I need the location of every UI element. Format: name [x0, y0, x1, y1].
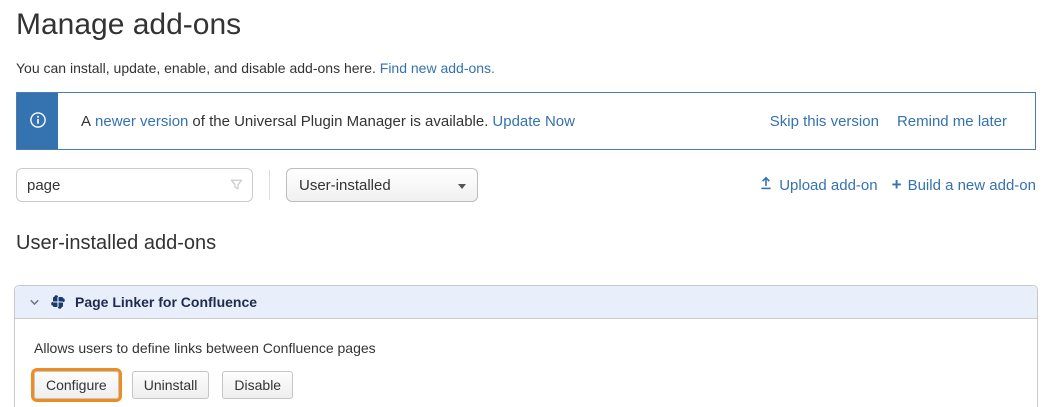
build-addon-label: Build a new add-on	[908, 177, 1036, 194]
remind-me-later-link[interactable]: Remind me later	[897, 113, 1007, 130]
find-new-addons-link[interactable]: Find new add-ons.	[380, 60, 495, 76]
upload-arrow-icon	[759, 176, 773, 194]
chevron-down-icon[interactable]	[29, 297, 40, 308]
banner-icon-block	[17, 93, 58, 149]
update-banner: A newer version of the Universal Plugin …	[16, 92, 1036, 150]
addon-panel-header[interactable]: Page Linker for Confluence	[15, 286, 1037, 319]
caret-down-icon	[458, 184, 466, 189]
addon-panel-body: Allows users to define links between Con…	[15, 319, 1037, 407]
puzzle-plugin-icon	[50, 294, 66, 310]
filter-toolbar: User-installed Upload add-on + Build a n…	[16, 168, 1036, 202]
toolbar-divider	[269, 170, 270, 200]
skip-this-version-link[interactable]: Skip this version	[770, 113, 879, 130]
disable-button[interactable]: Disable	[222, 371, 293, 399]
addon-panel: Page Linker for Confluence Allows users …	[14, 285, 1038, 407]
update-now-link[interactable]: Update Now	[492, 113, 575, 130]
intro-text: You can install, update, enable, and dis…	[16, 58, 1036, 78]
uninstall-button[interactable]: Uninstall	[132, 371, 210, 399]
plus-icon: +	[892, 178, 902, 192]
filter-funnel-icon	[229, 177, 244, 195]
addon-action-buttons: Configure Uninstall Disable	[34, 371, 1019, 399]
section-heading: User-installed add-ons	[16, 231, 1036, 255]
search-field-wrap	[16, 168, 253, 202]
addon-category-dropdown[interactable]: User-installed	[286, 168, 478, 202]
toolbar-links: Upload add-on + Build a new add-on	[759, 176, 1036, 194]
banner-text-suffix: of the Universal Plugin Manager is avail…	[192, 113, 488, 130]
configure-button[interactable]: Configure	[34, 371, 119, 399]
addon-search-input[interactable]	[16, 168, 253, 202]
intro-static-text: You can install, update, enable, and dis…	[16, 60, 376, 76]
banner-actions: Skip this version Remind me later	[770, 93, 1035, 149]
addon-description: Allows users to define links between Con…	[34, 338, 1019, 358]
banner-message: A newer version of the Universal Plugin …	[58, 93, 770, 149]
upload-addon-link[interactable]: Upload add-on	[759, 176, 877, 194]
banner-text-prefix: A	[81, 113, 91, 130]
page-title: Manage add-ons	[16, 7, 1036, 43]
info-circle-icon	[29, 111, 47, 132]
newer-version-link[interactable]: newer version	[95, 113, 188, 130]
dropdown-selected-value: User-installed	[299, 177, 391, 194]
build-new-addon-link[interactable]: + Build a new add-on	[892, 177, 1036, 194]
manage-addons-page: Manage add-ons You can install, update, …	[0, 7, 1052, 407]
addon-name: Page Linker for Confluence	[75, 294, 257, 310]
upload-addon-label: Upload add-on	[779, 177, 877, 194]
